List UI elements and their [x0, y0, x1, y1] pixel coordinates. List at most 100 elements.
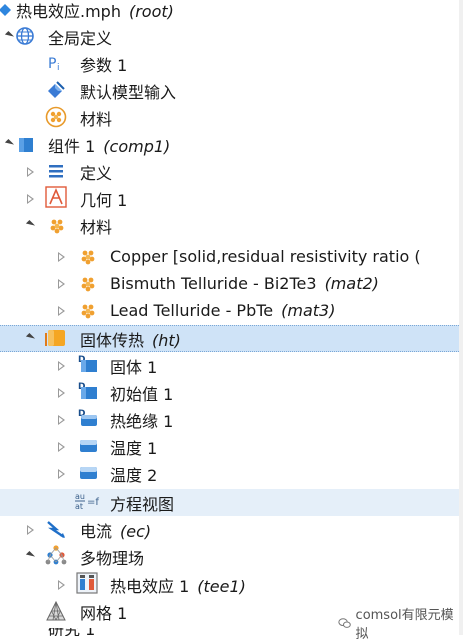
- tree-node-parameters[interactable]: Pi 参数 1: [0, 50, 459, 77]
- tree-node-global-materials[interactable]: 材料: [0, 104, 459, 131]
- material-dots-icon: [77, 300, 99, 322]
- parameters-label: 参数 1: [80, 55, 128, 75]
- definitions-list-icon: [45, 160, 67, 182]
- boundary-feature-icon: [77, 461, 99, 483]
- tree-node-material-lead[interactable]: Lead Telluride - PbTe (mat3): [0, 297, 459, 324]
- svg-text:P: P: [48, 56, 56, 72]
- tree-node-temperature-1[interactable]: 温度 1: [0, 433, 459, 460]
- collapse-arrow-icon[interactable]: [55, 387, 67, 399]
- temperature-1-label: 温度 1: [110, 438, 158, 458]
- multiphysics-icon: [45, 544, 67, 566]
- mesh-label: 网格 1: [80, 603, 128, 623]
- material-dots-icon: [77, 246, 99, 268]
- svg-text:=f: =f: [87, 497, 99, 508]
- thermal-insulation-label: 热绝缘 1: [110, 411, 174, 431]
- thermoelectric-effect-label: 热电效应 1: [110, 576, 190, 596]
- materials-label: 材料: [80, 217, 113, 237]
- expand-arrow-icon[interactable]: [24, 332, 36, 345]
- collapse-arrow-icon[interactable]: [55, 360, 67, 372]
- material-dots-icon: [77, 273, 99, 295]
- equation-view-label: 方程视图: [110, 494, 175, 514]
- domain-feature-icon: D: [77, 353, 99, 375]
- collapse-arrow-icon[interactable]: [55, 278, 67, 290]
- tree-node-definitions[interactable]: 定义: [0, 158, 459, 185]
- tree-node-thermal-insulation[interactable]: D 热绝缘 1: [0, 406, 459, 433]
- material-bismuth-tag: (mat2): [324, 274, 379, 293]
- expand-arrow-icon[interactable]: [3, 138, 15, 151]
- tree-node-equation-view[interactable]: au at =f 方程视图: [0, 489, 459, 516]
- solid-label: 固体 1: [110, 357, 158, 377]
- tree-node-material-copper[interactable]: Copper [solid,residual resistivity ratio…: [0, 243, 459, 270]
- collapse-arrow-icon[interactable]: [24, 524, 36, 536]
- svg-text:au: au: [75, 492, 85, 501]
- heat-transfer-tag: (ht): [152, 330, 181, 350]
- watermark: comsol有限元模拟: [338, 604, 463, 642]
- model-builder-tree: 热电效应.mph (root) 全局定义 Pi 参数 1 默认模型输入 材料 组…: [0, 0, 463, 636]
- boundary-feature-icon: D: [77, 407, 99, 429]
- collapse-arrow-icon[interactable]: [24, 166, 36, 178]
- tree-node-temperature-2[interactable]: 温度 2: [0, 460, 459, 487]
- collapse-arrow-icon[interactable]: [55, 414, 67, 426]
- tree-node-heat-transfer[interactable]: 固体传热 (ht): [0, 325, 459, 352]
- vertical-scrollbar[interactable]: [459, 0, 463, 635]
- model-input-icon: [45, 79, 67, 101]
- mesh-icon: [45, 600, 67, 622]
- collapse-arrow-icon[interactable]: [24, 193, 36, 205]
- material-lead-tag: (mat3): [281, 301, 336, 320]
- material-lead-label: Lead Telluride - PbTe: [110, 301, 274, 320]
- svg-text:i: i: [57, 63, 60, 73]
- collapse-arrow-icon[interactable]: [55, 305, 67, 317]
- material-copper-label: Copper [solid,residual resistivity ratio…: [110, 247, 421, 266]
- electric-currents-icon: [45, 518, 67, 540]
- tree-node-initial-values[interactable]: D 初始值 1: [0, 379, 459, 406]
- tree-node-root[interactable]: 热电效应.mph (root): [0, 0, 459, 23]
- multiphysics-label: 多物理场: [80, 548, 145, 568]
- heat-transfer-label: 固体传热: [80, 330, 145, 350]
- pi-parameter-icon: Pi: [45, 52, 67, 74]
- temperature-2-label: 温度 2: [110, 465, 158, 485]
- expand-arrow-icon[interactable]: [24, 550, 36, 563]
- collapse-arrow-icon[interactable]: [55, 441, 67, 453]
- expand-arrow-icon[interactable]: [24, 219, 36, 232]
- collapse-arrow-icon[interactable]: [55, 579, 67, 591]
- root-icon: [0, 0, 16, 21]
- tree-node-geometry[interactable]: 几何 1: [0, 185, 459, 212]
- tree-node-thermoelectric-effect[interactable]: 热电效应 1 (tee1): [0, 571, 459, 598]
- component-cube-icon: [15, 134, 37, 156]
- collapse-arrow-icon[interactable]: [55, 468, 67, 480]
- default-model-inputs-label: 默认模型输入: [80, 82, 177, 102]
- tree-node-electric-currents[interactable]: 电流 (ec): [0, 516, 459, 543]
- component-label: 组件 1: [48, 136, 96, 156]
- tree-node-global-definitions[interactable]: 全局定义: [0, 23, 459, 50]
- geometry-label: 几何 1: [80, 190, 128, 210]
- tree-node-solid[interactable]: D 固体 1: [0, 352, 459, 379]
- materials-circle-icon: [45, 106, 67, 128]
- domain-feature-icon: D: [77, 380, 99, 402]
- material-bismuth-label: Bismuth Telluride - Bi2Te3: [110, 274, 317, 293]
- electric-currents-label: 电流: [80, 521, 113, 541]
- thermoelectric-effect-tag: (tee1): [197, 576, 246, 596]
- component-tag: (comp1): [103, 136, 171, 156]
- electric-currents-tag: (ec): [120, 521, 152, 541]
- thermoelectric-coupling-icon: [76, 572, 98, 594]
- global-definitions-label: 全局定义: [48, 28, 113, 48]
- tree-node-default-model-inputs[interactable]: 默认模型输入: [0, 77, 459, 104]
- svg-text:at: at: [75, 502, 83, 511]
- boundary-feature-icon: [77, 434, 99, 456]
- material-dots-icon: [46, 215, 68, 237]
- tree-node-multiphysics[interactable]: 多物理场: [0, 543, 459, 570]
- tree-node-materials[interactable]: 材料: [0, 212, 459, 239]
- heat-transfer-icon: [45, 327, 67, 349]
- geometry-icon: [45, 186, 67, 208]
- initial-values-label: 初始值 1: [110, 384, 174, 404]
- collapse-arrow-icon[interactable]: [55, 251, 67, 263]
- tree-node-component[interactable]: 组件 1 (comp1): [0, 131, 459, 158]
- global-materials-label: 材料: [80, 109, 113, 129]
- equation-view-icon: au at =f: [74, 490, 102, 512]
- root-tag: (root): [128, 1, 174, 21]
- wechat-icon: [338, 618, 351, 628]
- tree-node-material-bismuth[interactable]: Bismuth Telluride - Bi2Te3 (mat2): [0, 270, 459, 297]
- watermark-text: comsol有限元模拟: [355, 608, 454, 642]
- definitions-label: 定义: [80, 163, 113, 183]
- globe-icon: [14, 25, 36, 47]
